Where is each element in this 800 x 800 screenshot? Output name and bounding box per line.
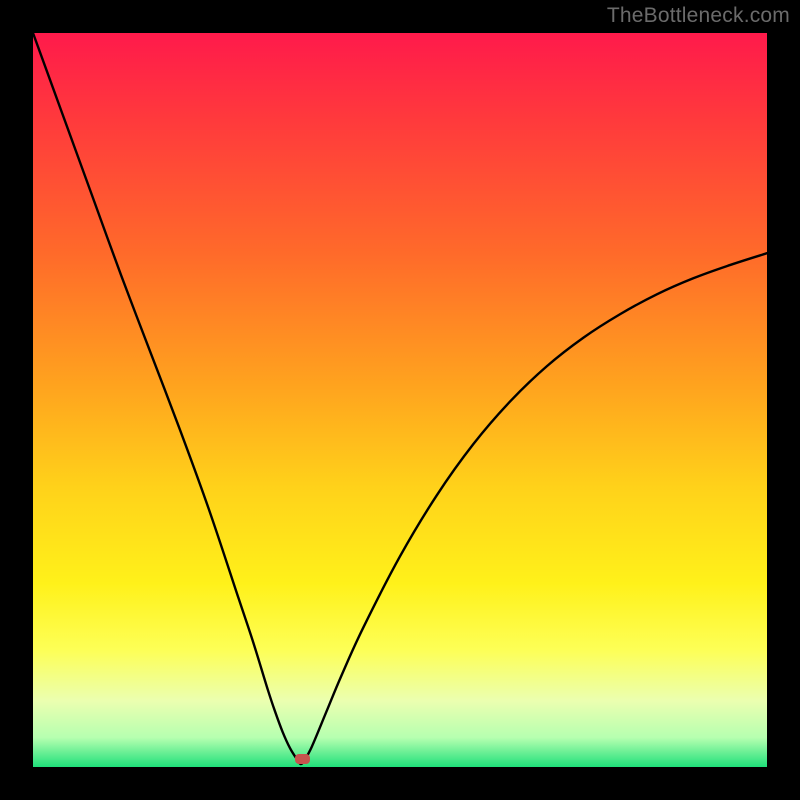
chart-container: TheBottleneck.com: [0, 0, 800, 800]
plot-area: [33, 33, 767, 767]
bottleneck-chart: [0, 0, 800, 800]
optimal-point-marker: [295, 754, 310, 764]
watermark-label: TheBottleneck.com: [607, 4, 790, 28]
